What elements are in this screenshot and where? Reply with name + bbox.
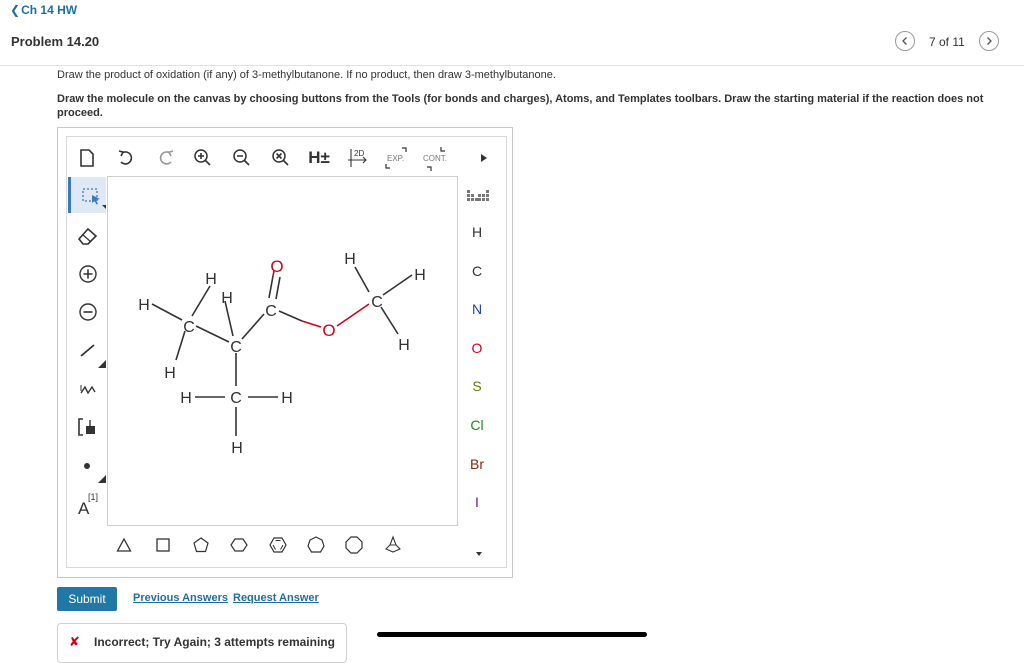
minus-circle-icon xyxy=(79,303,97,321)
chair-icon xyxy=(385,535,401,553)
zoom-reset-button[interactable] xyxy=(270,147,292,169)
clean-2d-button[interactable]: 2D xyxy=(346,146,370,170)
atom-button-o[interactable]: O xyxy=(465,340,489,356)
negative-charge-button[interactable] xyxy=(76,300,100,324)
clear-canvas-button[interactable] xyxy=(76,147,98,169)
explicit-hydrogens-button[interactable]: H± xyxy=(306,147,332,169)
periodic-table-button[interactable] xyxy=(465,188,491,204)
svg-text:2D: 2D xyxy=(354,149,364,158)
atom-button-h[interactable]: H xyxy=(465,224,489,240)
template-cycloheptane[interactable] xyxy=(306,535,326,555)
template-cyclohexane[interactable] xyxy=(230,536,248,554)
toolbar-more-button[interactable] xyxy=(479,152,489,164)
atom-button-cl[interactable]: Cl xyxy=(465,417,489,433)
benzene-icon xyxy=(269,537,287,553)
lasso-select-icon xyxy=(82,188,106,209)
atoms-more-button[interactable] xyxy=(474,549,484,559)
zoom-in-button[interactable] xyxy=(192,147,214,169)
bracket-tool-button[interactable] xyxy=(76,415,100,439)
template-cyclopentane[interactable] xyxy=(192,536,210,554)
x-icon: ✘ xyxy=(69,634,80,649)
bracket-icon xyxy=(78,418,95,436)
atom-button-i[interactable]: I xyxy=(465,494,489,510)
template-benzene[interactable] xyxy=(268,536,288,554)
square-icon xyxy=(156,538,170,552)
triangle-right-icon xyxy=(481,154,487,162)
chain-icon xyxy=(80,385,96,395)
clean-2d-icon: 2D xyxy=(348,149,367,167)
plus-circle-icon xyxy=(79,265,97,283)
atom-map-superscript: [1] xyxy=(88,492,99,502)
single-bond-tool-button[interactable] xyxy=(76,340,108,370)
template-cyclooctane[interactable] xyxy=(344,535,364,555)
atom-button-c[interactable]: C xyxy=(465,263,489,279)
new-document-icon xyxy=(80,149,94,167)
atom-map-tool-button[interactable]: A [1] xyxy=(76,490,102,518)
chain-tool-button[interactable] xyxy=(76,378,100,400)
problem-title: Problem 14.20 xyxy=(11,34,100,49)
eraser-icon xyxy=(77,227,98,245)
triangle-down-icon xyxy=(476,552,482,556)
heptagon-icon xyxy=(307,536,325,553)
undo-button[interactable] xyxy=(115,147,137,169)
question-text: Draw the product of oxidation (if any) o… xyxy=(57,69,556,81)
expand-button[interactable]: EXP. xyxy=(384,145,410,171)
zoom-in-icon xyxy=(194,149,211,166)
drawing-canvas[interactable] xyxy=(107,176,458,526)
eraser-tool-button[interactable] xyxy=(76,224,100,248)
back-to-chapter-link[interactable]: ❮Ch 14 HW xyxy=(10,3,77,17)
positive-charge-button[interactable] xyxy=(76,262,100,286)
octagon-icon xyxy=(345,536,363,554)
header-divider xyxy=(0,65,1024,66)
template-cyclopropane[interactable] xyxy=(115,536,133,554)
pentagon-icon xyxy=(193,537,209,553)
zoom-reset-icon xyxy=(272,149,289,166)
zoom-out-button[interactable] xyxy=(231,147,253,169)
undo-icon xyxy=(118,150,133,165)
radical-tool-button[interactable] xyxy=(80,455,108,485)
chevron-left-icon: ❮ xyxy=(10,3,21,17)
feedback-message: Incorrect; Try Again; 3 attempts remaini… xyxy=(94,635,335,649)
redo-button[interactable] xyxy=(155,147,177,169)
feedback-panel: ✘ Incorrect; Try Again; 3 attempts remai… xyxy=(57,623,347,663)
atom-button-br[interactable]: Br xyxy=(465,456,489,472)
single-bond-icon xyxy=(80,344,106,368)
next-problem-button[interactable] xyxy=(979,31,999,51)
previous-problem-button[interactable] xyxy=(895,31,915,51)
page-counter: 7 of 11 xyxy=(929,35,965,49)
triangle-icon xyxy=(116,537,132,552)
radical-dot-icon xyxy=(84,463,106,483)
chevron-right-icon xyxy=(987,37,992,45)
drawing-instructions: Draw the molecule on the canvas by choos… xyxy=(57,93,984,119)
redo-icon xyxy=(159,150,174,165)
expand-icon: EXP. xyxy=(385,147,407,169)
select-tool-button[interactable] xyxy=(68,177,106,213)
horizontal-scrollbar[interactable] xyxy=(377,632,647,637)
svg-text:EXP.: EXP. xyxy=(387,154,404,163)
template-chair-cyclohexane[interactable] xyxy=(383,535,403,555)
chevron-left-icon xyxy=(902,37,907,45)
svg-text:CONT.: CONT. xyxy=(423,154,447,163)
atom-button-s[interactable]: S xyxy=(465,378,489,394)
hexagon-icon xyxy=(230,538,248,552)
request-answer-link[interactable]: Request Answer xyxy=(233,592,319,604)
back-link-label: Ch 14 HW xyxy=(21,3,78,17)
zoom-out-icon xyxy=(233,149,250,166)
periodic-table-icon xyxy=(467,190,489,201)
template-cyclobutane[interactable] xyxy=(154,536,172,554)
previous-answers-link[interactable]: Previous Answers xyxy=(133,592,228,604)
contract-button[interactable]: CONT. xyxy=(421,145,451,171)
atom-map-letter: A xyxy=(78,499,90,518)
atom-button-n[interactable]: N xyxy=(465,301,489,317)
contract-icon: CONT. xyxy=(423,147,447,171)
submit-button[interactable]: Submit xyxy=(57,587,117,611)
